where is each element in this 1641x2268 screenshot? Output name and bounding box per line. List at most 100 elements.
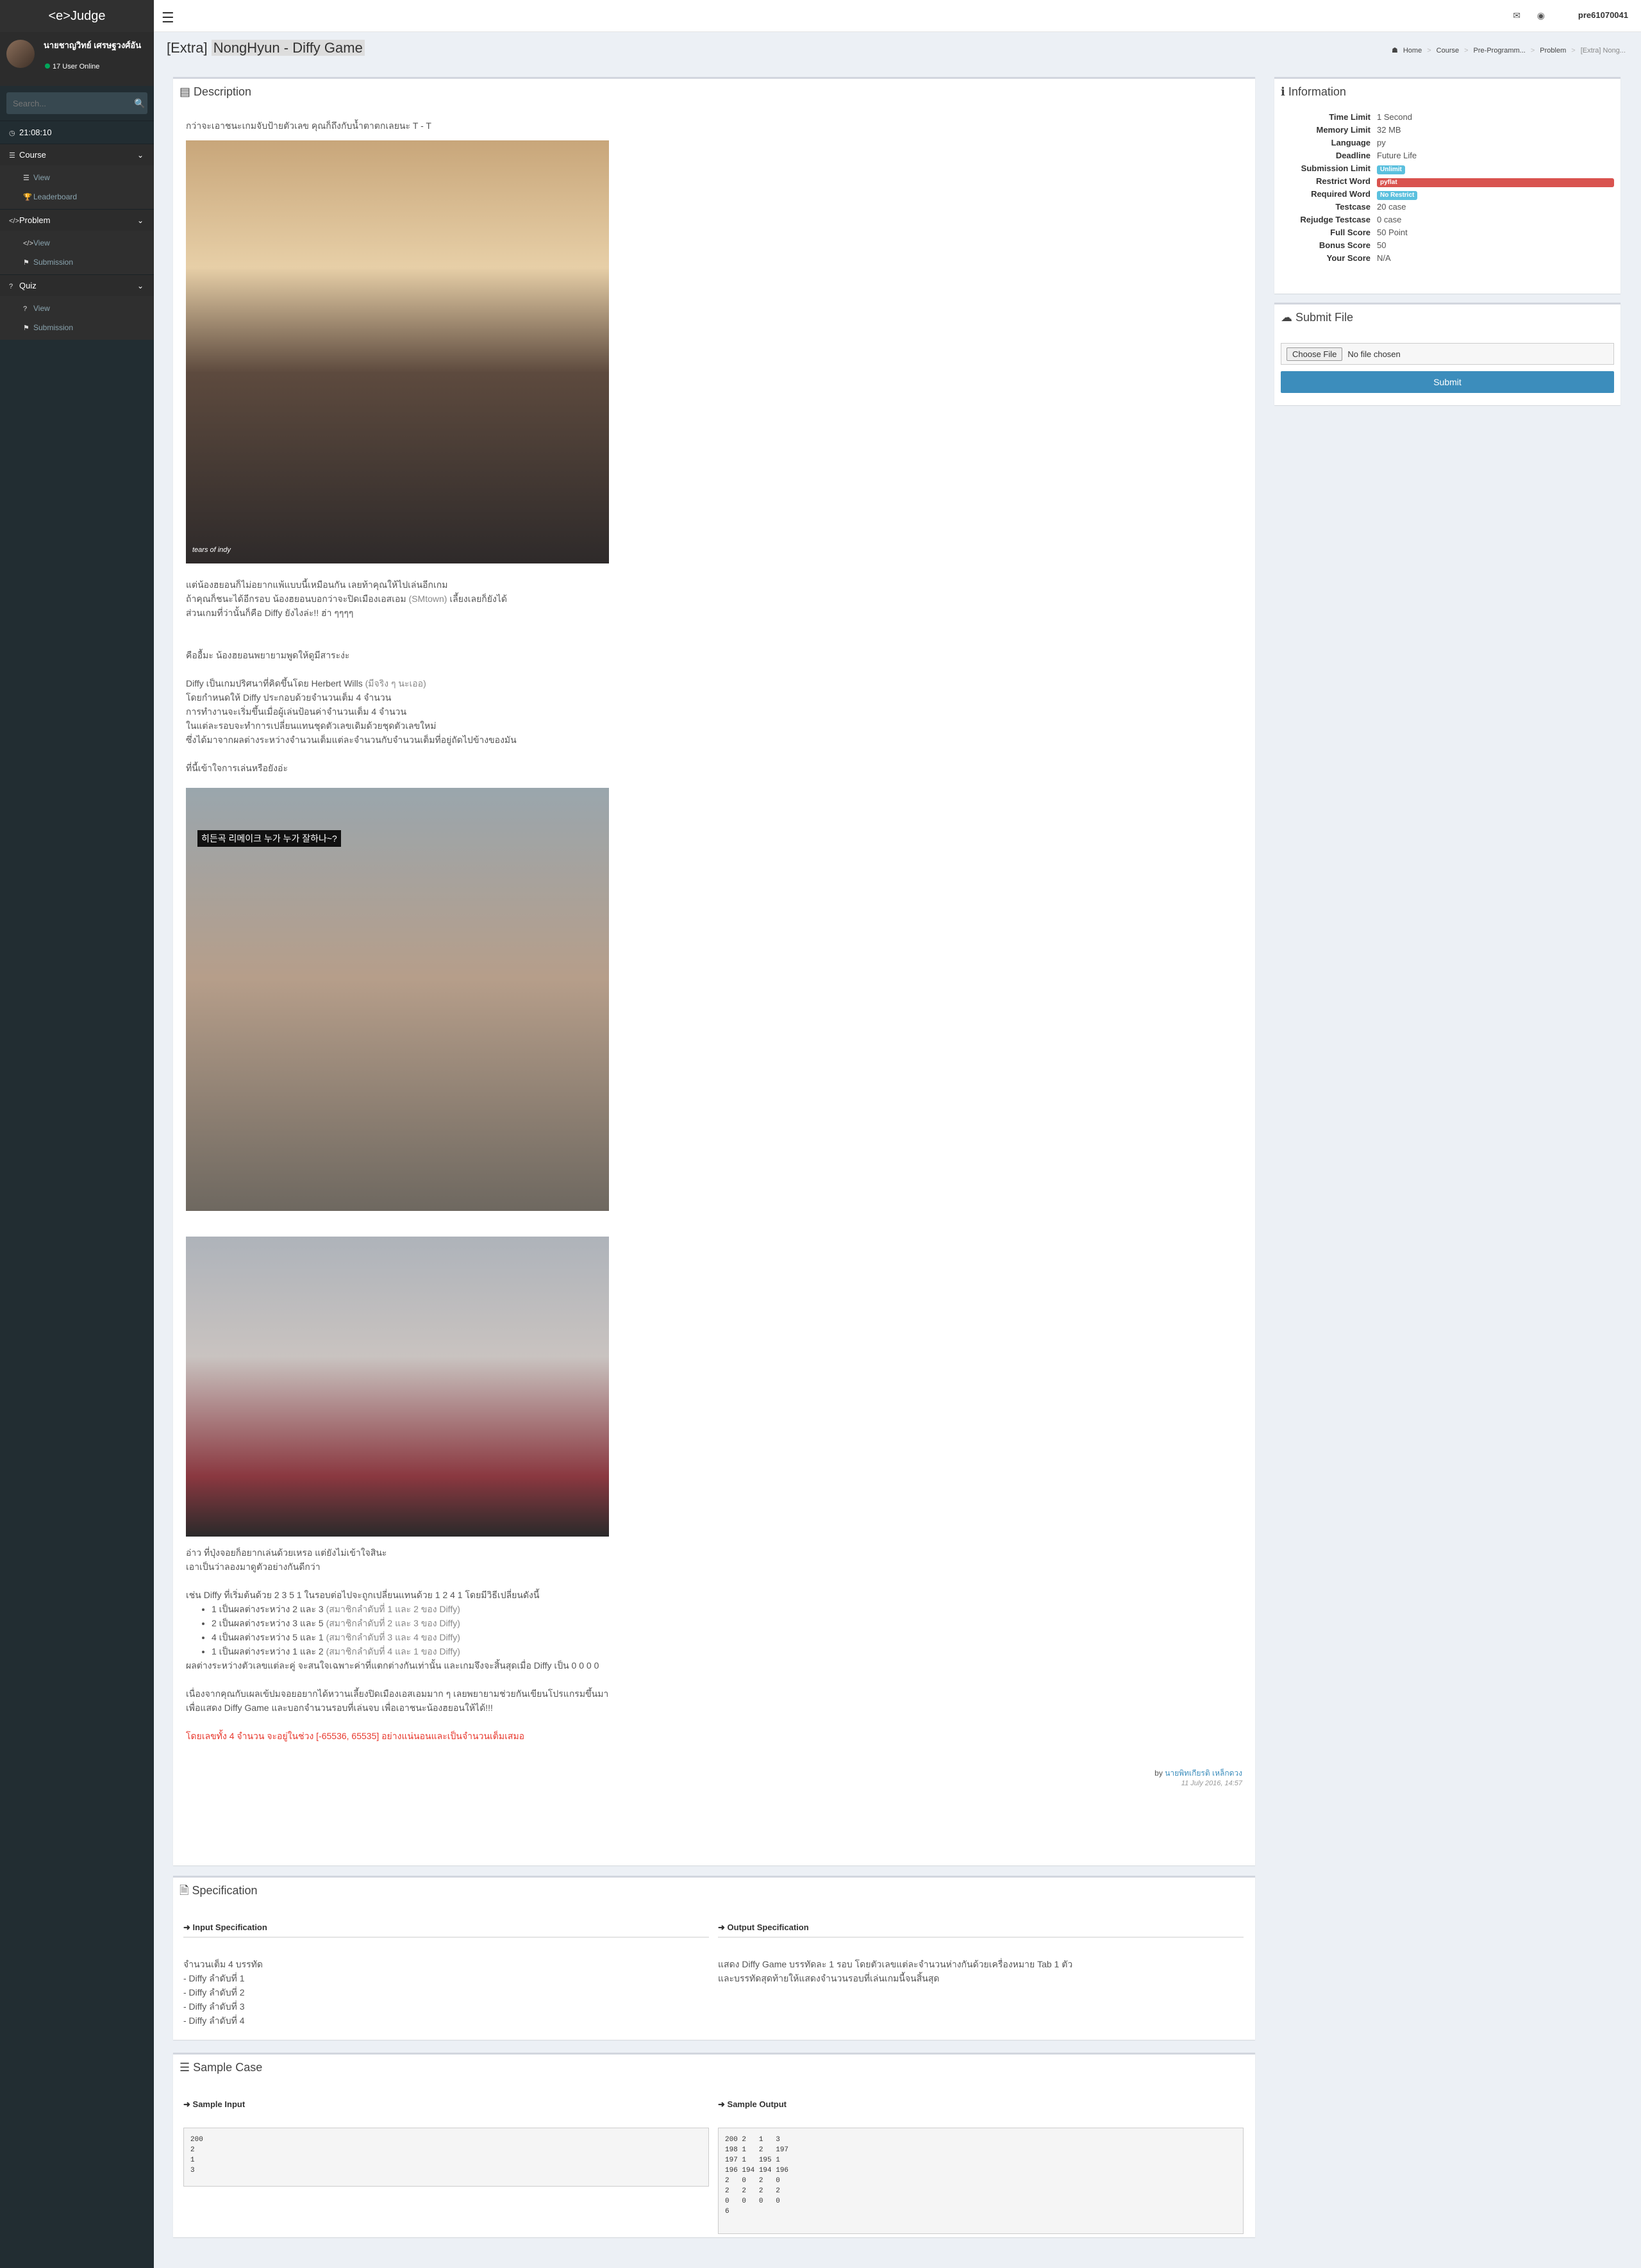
chevron-down-icon: ⌄: [137, 281, 144, 290]
menu-quiz-view[interactable]: ? View: [0, 299, 154, 318]
info-value: 1 Second: [1377, 112, 1412, 122]
p3-gray: (มีจริง ๆ นะเออ): [365, 678, 426, 688]
list-item: 4 เป็นผลต่างระหว่าง 5 และ 1 (สมาชิกลำดับ…: [212, 1630, 1242, 1644]
menu-item-label: Leaderboard: [33, 192, 78, 201]
menu-course-sub: ☰ View 🏆 Leaderboard: [0, 165, 154, 209]
title-prefix: [Extra]: [167, 40, 208, 56]
paragraph-6: ผลต่างระหว่างตัวเลขแต่ละคู่ จะสนใจเฉพาะค…: [186, 1660, 599, 1671]
breadcrumb-course[interactable]: Course: [1437, 47, 1459, 54]
input-spec-header: ➜ Input Specification: [183, 1922, 709, 1938]
p3-line: โดยกำหนดให้ Diffy ประกอบด้วยจำนวนเต็ม 4 …: [186, 692, 392, 703]
p5-line: เอาเป็นว่าลองมาดูตัวอย่างกันดีกว่า: [186, 1562, 321, 1572]
user-menu[interactable]: pre61070041: [1578, 10, 1628, 20]
chevron-down-icon: ⌄: [137, 151, 144, 160]
search-button[interactable]: 🔍: [132, 92, 147, 114]
list-icon: ☰: [23, 174, 29, 182]
file-input[interactable]: Choose File No file chosen: [1281, 343, 1614, 365]
question-icon: ?: [23, 305, 28, 313]
spec-line: - Diffy ลำดับที่ 1: [183, 1973, 245, 1983]
info-value: Future Life: [1377, 151, 1417, 160]
info-value: 20 case: [1377, 202, 1406, 212]
online-dot-icon: [45, 63, 50, 69]
paragraph-4: ที่นี้เข้าใจการเล่นหรือยังอ่ะ: [186, 763, 288, 773]
menu-toggle-icon[interactable]: ☰: [162, 10, 174, 26]
menu-item-label: Submission: [33, 258, 74, 267]
code-icon: </>: [9, 217, 19, 225]
spec-line: - Diffy ลำดับที่ 3: [183, 2001, 245, 2012]
menu-quiz-submission[interactable]: ⚑ Submission: [0, 318, 154, 337]
menu-problem-sub: </>View ⚑ Submission: [0, 231, 154, 274]
p1-gray: (SMtown): [408, 594, 447, 604]
menu-course-leaderboard[interactable]: 🏆 Leaderboard: [0, 187, 154, 206]
breadcrumb-problem[interactable]: Problem: [1540, 47, 1566, 54]
image-caption: tears of indy: [192, 546, 231, 554]
bullet-text: 4 เป็นผลต่างระหว่าง 5 และ 1: [212, 1632, 324, 1642]
question-icon: ?: [9, 283, 13, 290]
bullet-text: 2 เป็นผลต่างระหว่าง 3 และ 5: [212, 1618, 324, 1628]
breadcrumb-sep: >: [1464, 47, 1469, 54]
online-count: 17 User Online: [53, 63, 100, 71]
breadcrumb-pre-programming[interactable]: Pre-Programm...: [1474, 47, 1526, 54]
info-row: Memory Limit 32 MB: [1281, 124, 1614, 137]
sample-output-header: ➜ Sample Output: [718, 2099, 1244, 2114]
menu-course-view[interactable]: ☰ View: [0, 168, 154, 187]
author-link[interactable]: นายพิทเกียรติ เหล็กดวง: [1165, 1769, 1242, 1778]
sign-in-icon: ➜: [183, 2099, 190, 2109]
online-status: 17 User Online: [45, 63, 99, 71]
image-korean-caption: 히든곡 리메이크 누가 누가 잘하나~?: [197, 830, 341, 847]
paragraph-7: เนื่องจากคุณกับเผลเข้ปมจอยอยากได้หวานเลี…: [186, 1687, 1242, 1715]
info-value: Unlimit: [1377, 162, 1614, 175]
search-input[interactable]: [6, 92, 132, 114]
p3-line: ซึ่งได้มาจากผลต่างระหว่างจำนวนเต็มแต่ละจ…: [186, 735, 517, 745]
paragraph-1: แต่น้องฮยอนก็ไม่อยากแพ้แบบนี้เหมือนกัน เ…: [186, 578, 1242, 620]
topbar: ☰ ✉ ◉ pre61070041: [154, 0, 1641, 32]
choose-file-button[interactable]: Choose File: [1287, 347, 1343, 361]
info-row: Restrict Word pyflat: [1281, 175, 1614, 188]
p7-line: เนื่องจากคุณกับเผลเข้ปมจอยอยากได้หวานเลี…: [186, 1688, 609, 1699]
spec-line: และบรรทัดสุดท้ายให้แสดงจำนวนรอบที่เล่นเก…: [718, 1973, 940, 1983]
info-row: Language py: [1281, 137, 1614, 149]
sample-output-title: Sample Output: [727, 2099, 787, 2109]
breadcrumb-sep: >: [1571, 47, 1576, 54]
info-key: Bonus Score: [1319, 240, 1370, 250]
cloud-upload-icon: ☁: [1281, 311, 1292, 324]
sidebar: <e>Judge นายชาญวิทย์ เศรษฐวงศ์อัน 17 Use…: [0, 0, 154, 2268]
menu-problem-submission[interactable]: ⚑ Submission: [0, 253, 154, 272]
info-key: Full Score: [1330, 228, 1370, 237]
information-header: ℹ Information: [1274, 79, 1620, 104]
sample-input-title: Sample Input: [192, 2099, 246, 2109]
post-date: 11 July 2016, 14:57: [1181, 1780, 1242, 1787]
menu-problem-view[interactable]: </>View: [0, 233, 154, 253]
submit-button[interactable]: Submit: [1281, 371, 1614, 393]
sample-case-box: ☰ Sample Case ➜ Sample Input 200 2 1 3 ➜…: [173, 2053, 1255, 2237]
clock-time: 21:08:10: [19, 128, 52, 137]
menu-quiz[interactable]: ? Quiz ⌄: [0, 274, 154, 296]
information-title: Information: [1288, 85, 1346, 98]
info-row: Rejudge Testcase 0 case: [1281, 213, 1614, 226]
info-row: Full Score 50 Point: [1281, 226, 1614, 239]
description-title: Description: [194, 85, 252, 98]
user-panel: นายชาญวิทย์ เศรษฐวงศ์อัน 17 User Online: [0, 32, 154, 86]
breadcrumb-home[interactable]: Home: [1403, 47, 1422, 54]
p1-line: แต่น้องฮยอนก็ไม่อยากแพ้แบบนี้เหมือนกัน เ…: [186, 580, 448, 590]
globe-icon[interactable]: ◉: [1537, 10, 1545, 21]
chevron-down-icon: ⌄: [137, 216, 144, 225]
p3-text: Diffy เป็นเกมปริศนาที่คิดขึ้นโดย Herbert…: [186, 678, 363, 688]
info-key: Restrict Word: [1316, 176, 1370, 186]
info-row: Required Word No Restrict: [1281, 188, 1614, 201]
sign-out-icon: ➜: [718, 1922, 725, 1932]
menu-problem[interactable]: </>Problem ⌄: [0, 209, 154, 231]
bullet-text: 1 เป็นผลต่างระหว่าง 2 และ 3: [212, 1604, 324, 1614]
image-tears: tears of indy: [186, 140, 609, 563]
logo[interactable]: <e>Judge: [0, 0, 154, 32]
submit-file-title: Submit File: [1295, 311, 1354, 324]
list-icon: ☰: [179, 2061, 190, 2074]
p1-line: ส่วนเกมที่ว่านั้นก็คือ Diffy ยังไงล่ะ!! …: [186, 608, 354, 618]
menu-item-label: View: [33, 173, 50, 182]
info-row: Your Score N/A: [1281, 252, 1614, 265]
mail-icon[interactable]: ✉: [1513, 10, 1520, 21]
menu-course[interactable]: ☰ Course ⌄: [0, 144, 154, 165]
clock-icon: ◷: [9, 129, 15, 137]
menu-quiz-sub: ? View ⚑ Submission: [0, 296, 154, 340]
p3-line: การทำงานจะเริ่มขึ้นเมื่อผู้เล่นป้อนค่าจำ…: [186, 706, 407, 717]
